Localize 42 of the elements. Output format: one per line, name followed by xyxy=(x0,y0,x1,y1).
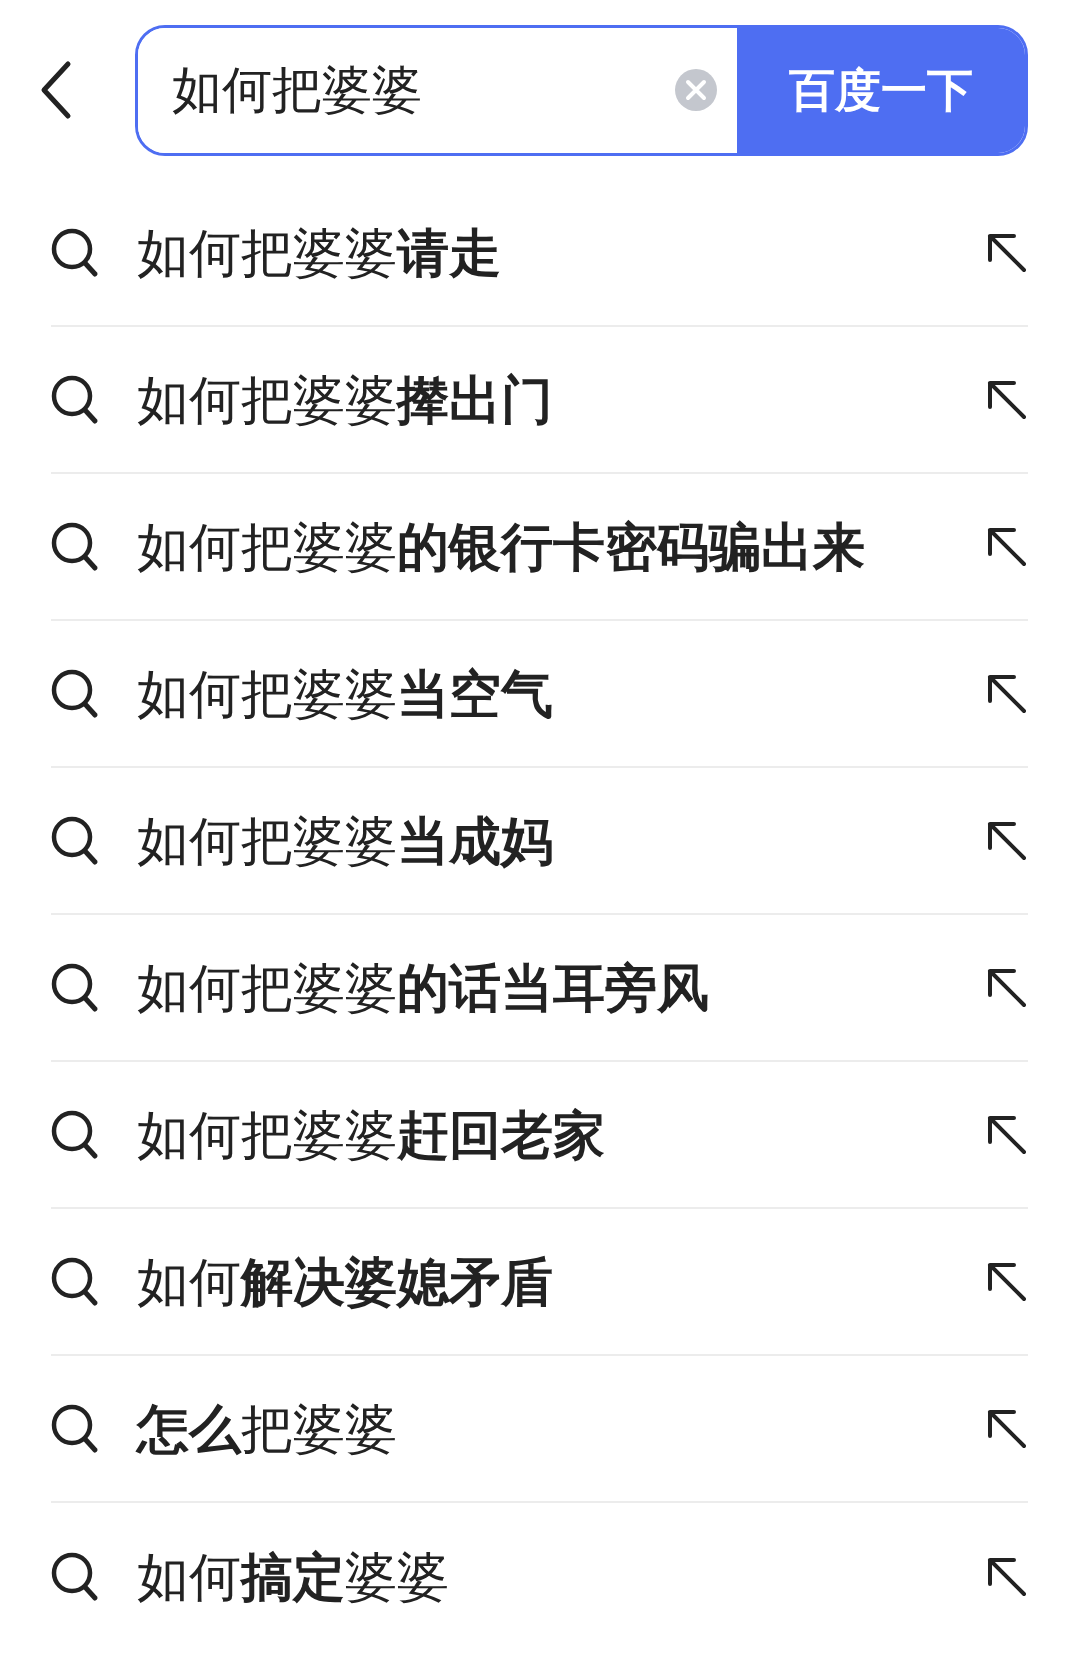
suggestion-item[interactable]: 如何把婆婆当空气 xyxy=(51,621,1028,768)
fill-arrow-icon[interactable] xyxy=(986,1555,1028,1598)
suggestion-item[interactable]: 如何把婆婆当成妈 xyxy=(51,768,1028,915)
search-icon xyxy=(51,1403,99,1454)
suggestion-item[interactable]: 如何把婆婆赶回老家 xyxy=(51,1062,1028,1209)
fill-arrow-icon[interactable] xyxy=(986,1407,1028,1450)
suggestion-item[interactable]: 如何把婆婆的话当耳旁风 xyxy=(51,915,1028,1062)
search-icon xyxy=(51,815,99,866)
suggestion-text: 如何解决婆媳矛盾 xyxy=(137,1250,554,1314)
search-button[interactable]: 百度一下 xyxy=(737,27,1025,153)
search-icon xyxy=(51,1109,99,1160)
suggestion-text: 如何把婆婆当成妈 xyxy=(137,809,554,873)
suggestion-text: 如何把婆婆当空气 xyxy=(137,662,554,726)
suggestion-item[interactable]: 如何把婆婆请走 xyxy=(51,180,1028,327)
fill-arrow-icon[interactable] xyxy=(986,966,1028,1009)
suggestion-item[interactable]: 怎么把婆婆 xyxy=(51,1356,1028,1503)
suggestion-text: 如何把婆婆的银行卡密码骗出来 xyxy=(137,515,866,579)
search-icon xyxy=(51,1551,99,1602)
fill-arrow-icon[interactable] xyxy=(986,672,1028,715)
suggestion-item[interactable]: 如何解决婆媳矛盾 xyxy=(51,1209,1028,1356)
fill-arrow-icon[interactable] xyxy=(986,1113,1028,1156)
search-icon xyxy=(51,1256,99,1307)
fill-arrow-icon[interactable] xyxy=(986,231,1028,274)
search-icon xyxy=(51,962,99,1013)
search-input[interactable]: 如何把婆婆 xyxy=(172,52,675,128)
suggestion-text: 如何把婆婆请走 xyxy=(137,221,502,285)
fill-arrow-icon[interactable] xyxy=(986,819,1028,862)
fill-arrow-icon[interactable] xyxy=(986,525,1028,568)
search-icon xyxy=(51,668,99,719)
suggestion-text: 如何把婆婆的话当耳旁风 xyxy=(137,956,710,1020)
suggestion-item[interactable]: 如何搞定婆婆 xyxy=(51,1503,1028,1650)
suggestion-text: 怎么把婆婆 xyxy=(137,1397,398,1461)
suggestion-item[interactable]: 如何把婆婆的银行卡密码骗出来 xyxy=(51,474,1028,621)
fill-arrow-icon[interactable] xyxy=(986,378,1028,421)
suggestion-text: 如何把婆婆撵出门 xyxy=(137,368,554,432)
fill-arrow-icon[interactable] xyxy=(986,1260,1028,1303)
suggestion-text: 如何搞定婆婆 xyxy=(137,1545,450,1609)
search-icon xyxy=(51,521,99,572)
suggestion-item[interactable]: 如何把婆婆撵出门 xyxy=(51,327,1028,474)
search-icon xyxy=(51,374,99,425)
search-icon xyxy=(51,227,99,278)
suggestion-text: 如何把婆婆赶回老家 xyxy=(137,1103,606,1167)
